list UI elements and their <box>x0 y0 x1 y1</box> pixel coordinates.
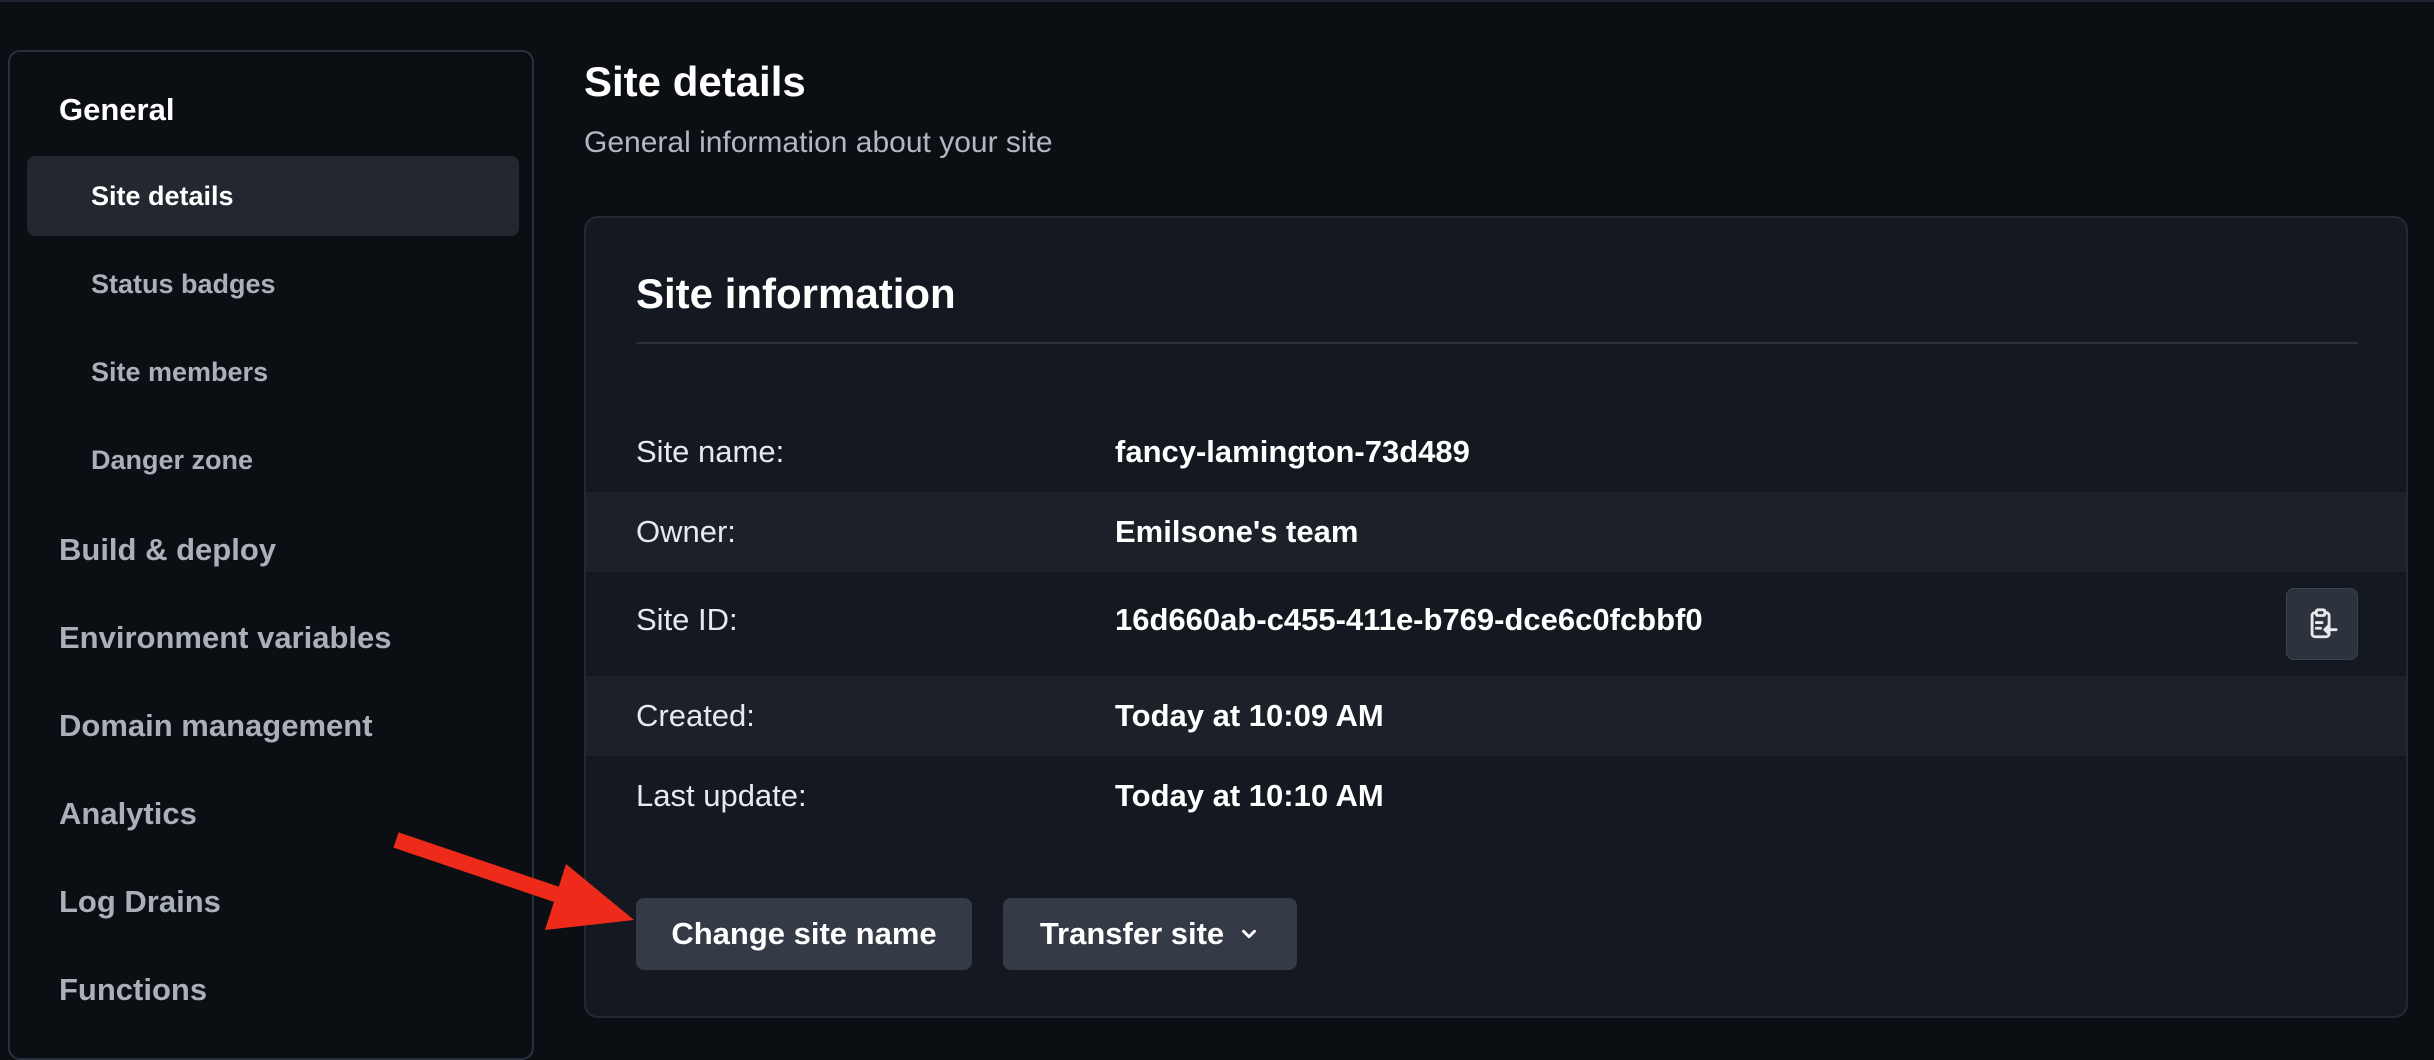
info-row-owner: Owner: Emilsone's team <box>586 492 2406 572</box>
info-row-site-id: Site ID: 16d660ab-c455-411e-b769-dce6c0f… <box>586 572 2406 676</box>
row-label: Last update: <box>636 778 807 813</box>
row-label: Owner: <box>636 514 736 549</box>
transfer-site-button[interactable]: Transfer site <box>1003 898 1297 970</box>
sidebar-item-danger-zone[interactable]: Danger zone <box>27 420 519 500</box>
sidebar-item-analytics[interactable]: Analytics <box>59 796 197 832</box>
change-site-name-label: Change site name <box>671 916 937 951</box>
row-label: Site ID: <box>636 602 738 637</box>
transfer-site-label: Transfer site <box>1039 916 1225 951</box>
top-border <box>0 0 2434 2</box>
sidebar-item-site-details[interactable]: Site details <box>27 156 519 236</box>
sidebar-item-build-deploy[interactable]: Build & deploy <box>59 532 276 568</box>
copy-site-id-button[interactable] <box>2286 588 2358 660</box>
page-subtitle: General information about your site <box>584 126 1053 159</box>
site-information-card: Site information Site name: fancy-laming… <box>584 216 2408 1018</box>
info-row-site-name: Site name: fancy-lamington-73d489 <box>586 412 2406 492</box>
info-row-created: Created: Today at 10:09 AM <box>586 676 2406 756</box>
sidebar-item-functions[interactable]: Functions <box>59 972 207 1008</box>
row-value: Today at 10:10 AM <box>1115 778 1384 813</box>
chevron-down-icon <box>1242 929 1257 939</box>
settings-sidebar: General Site details Status badges Site … <box>8 50 534 1060</box>
row-value: Emilsone's team <box>1115 514 1359 549</box>
change-site-name-button[interactable]: Change site name <box>636 898 972 970</box>
row-label: Site name: <box>636 434 785 469</box>
sidebar-item-status-badges[interactable]: Status badges <box>27 244 519 324</box>
sidebar-item-log-drains[interactable]: Log Drains <box>59 884 221 920</box>
info-row-last-update: Last update: Today at 10:10 AM <box>586 756 2406 836</box>
card-divider <box>636 342 2358 344</box>
card-title: Site information <box>636 270 956 317</box>
clipboard-copy-icon <box>2310 608 2338 639</box>
row-value: 16d660ab-c455-411e-b769-dce6c0fcbbf0 <box>1115 602 1703 637</box>
row-value: fancy-lamington-73d489 <box>1115 434 1470 469</box>
row-label: Created: <box>636 698 755 733</box>
sidebar-item-environment-variables[interactable]: Environment variables <box>59 620 392 656</box>
sidebar-item-domain-management[interactable]: Domain management <box>59 708 373 744</box>
sidebar-item-site-members[interactable]: Site members <box>27 332 519 412</box>
sidebar-group-general[interactable]: General <box>59 92 174 128</box>
page-title: Site details <box>584 58 806 105</box>
row-value: Today at 10:09 AM <box>1115 698 1384 733</box>
